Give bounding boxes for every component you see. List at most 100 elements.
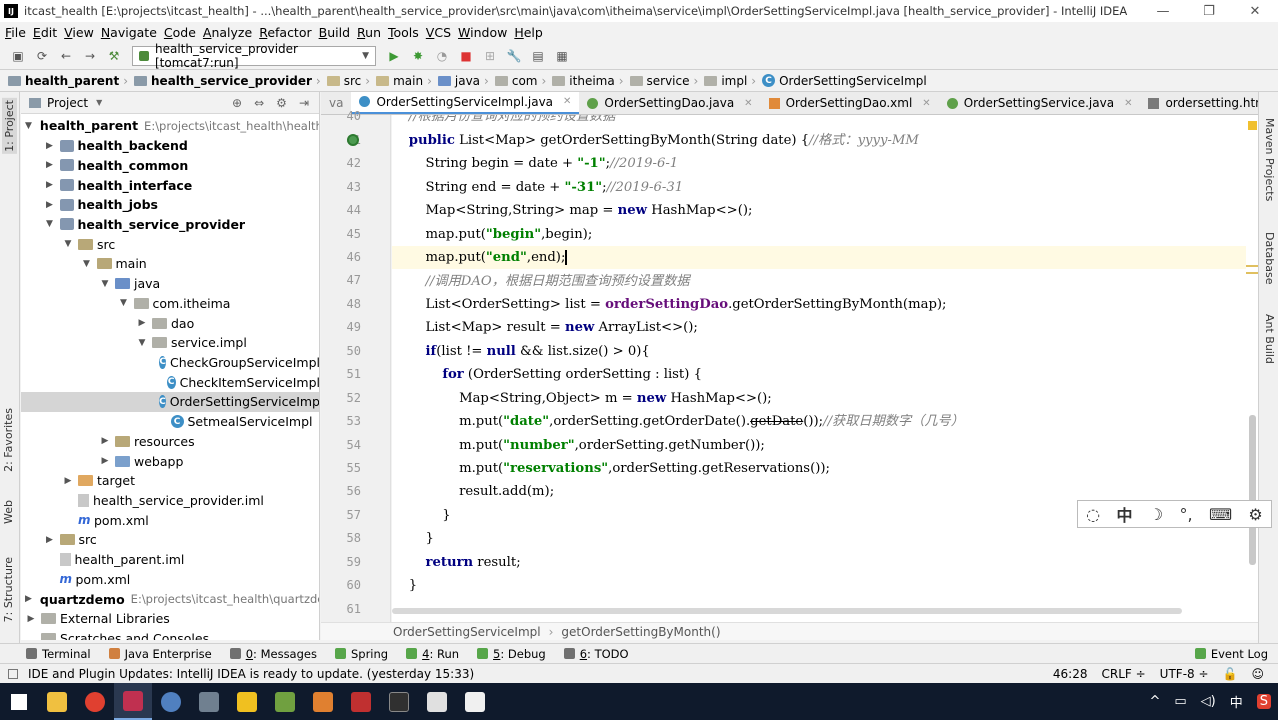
structure-tool-tab[interactable]: 7: Structure: [2, 557, 15, 622]
breadcrumb-method[interactable]: getOrderSettingByMonth(): [561, 625, 720, 639]
editor-horizontal-scrollbar[interactable]: [392, 608, 1182, 614]
collapse-arrow-icon[interactable]: ▶: [99, 456, 111, 466]
menu-analyze[interactable]: Analyze: [202, 25, 258, 40]
tree-item[interactable]: ▶ target: [21, 471, 319, 491]
tree-item[interactable]: ▼ health_service_provider: [21, 215, 319, 235]
warning-stripe[interactable]: [1246, 265, 1258, 267]
chevron-down-icon[interactable]: ▼: [96, 98, 102, 107]
tree-item[interactable]: ▼ com.itheima: [21, 293, 319, 313]
tree-item[interactable]: m pom.xml: [21, 510, 319, 530]
tray-sogou-icon[interactable]: S: [1256, 694, 1271, 709]
nav-crumb-src[interactable]: src ›: [326, 74, 374, 88]
todo-tool-button[interactable]: 6: TODO: [563, 647, 629, 661]
nav-crumb-service[interactable]: service ›: [629, 74, 703, 88]
hide-icon[interactable]: ⇥: [299, 96, 309, 110]
build-icon[interactable]: ⚒: [106, 48, 122, 64]
maximize-button[interactable]: ❐: [1186, 4, 1232, 19]
structure-icon[interactable]: ▤: [530, 48, 546, 64]
nav-crumb-impl[interactable]: impl ›: [704, 74, 760, 88]
typora-icon[interactable]: [456, 683, 494, 720]
ime-logo-icon[interactable]: ◌: [1086, 505, 1100, 524]
hector-icon[interactable]: ☺: [1251, 667, 1264, 681]
calculator-icon[interactable]: [190, 683, 228, 720]
expand-arrow-icon[interactable]: ▼: [136, 338, 148, 348]
tree-item[interactable]: ▼ main: [21, 254, 319, 274]
status-message[interactable]: IDE and Plugin Updates: IntelliJ IDEA is…: [28, 667, 1053, 681]
debug-tool-button[interactable]: 5: Debug: [477, 647, 546, 661]
settings-icon[interactable]: 🔧: [506, 48, 522, 64]
expand-arrow-icon[interactable]: ▼: [62, 239, 74, 249]
tab-order-setting-dao-xml[interactable]: OrderSettingDao.xml ✕: [761, 92, 939, 114]
stop-icon[interactable]: ■: [458, 48, 474, 64]
debug-icon[interactable]: ✸: [410, 48, 426, 64]
tree-item[interactable]: Scratches and Consoles: [21, 629, 319, 640]
tree-item[interactable]: ▼ health_parent E:\projects\itcast_health\…: [21, 116, 319, 136]
tree-item[interactable]: ▶ health_backend: [21, 136, 319, 156]
code-editor[interactable]: //根据月份查询对应的预约设置数据 public List<Map> getOr…: [392, 115, 1246, 622]
tray-volume-icon[interactable]: ◁): [1201, 694, 1216, 709]
close-tab-icon[interactable]: ✕: [922, 98, 930, 109]
menu-refactor[interactable]: Refactor: [258, 25, 317, 40]
app-icon[interactable]: [152, 683, 190, 720]
gear-icon[interactable]: ⚙: [276, 96, 287, 110]
tree-item[interactable]: m pom.xml: [21, 570, 319, 590]
nav-crumb-health-parent[interactable]: health_parent ›: [8, 74, 132, 88]
scrollbar-thumb[interactable]: [1249, 415, 1256, 565]
terminal-icon[interactable]: [380, 683, 418, 720]
tray-network-icon[interactable]: ▭: [1174, 694, 1186, 709]
close-button[interactable]: ✕: [1232, 4, 1278, 19]
collapse-arrow-icon[interactable]: ▶: [44, 141, 56, 151]
tab-ordersetting-html[interactable]: ordersetting.html✕: [1140, 92, 1258, 114]
menu-vcs[interactable]: VCS: [425, 25, 457, 40]
collapse-arrow-icon[interactable]: ▶: [25, 614, 37, 624]
refresh-icon[interactable]: ⟳: [34, 48, 50, 64]
tab-order-setting-dao-java[interactable]: OrderSettingDao.java ✕: [579, 92, 760, 114]
sdk-icon[interactable]: ▦: [554, 48, 570, 64]
tree-item[interactable]: C OrderSettingServiceImp: [21, 392, 319, 412]
expand-arrow-icon[interactable]: ▼: [44, 219, 56, 229]
notepad-icon[interactable]: [228, 683, 266, 720]
menu-edit[interactable]: Edit: [32, 25, 63, 40]
ime-punctuation-icon[interactable]: °,: [1180, 505, 1193, 524]
favorites-tool-tab[interactable]: 2: Favorites: [2, 408, 15, 472]
terminal-tool-button[interactable]: Terminal: [26, 647, 91, 661]
redis-icon[interactable]: [342, 683, 380, 720]
menu-tools[interactable]: Tools: [387, 25, 425, 40]
tree-item[interactable]: C SetmealServiceImpl: [21, 412, 319, 432]
expand-arrow-icon[interactable]: ▼: [81, 259, 93, 269]
nav-crumb-health-service-provider[interactable]: health_service_provider ›: [134, 74, 325, 88]
back-icon[interactable]: ←: [58, 48, 74, 64]
nav-crumb-main[interactable]: main ›: [376, 74, 436, 88]
save-icon[interactable]: ▣: [10, 48, 26, 64]
tree-item[interactable]: ▶ webapp: [21, 451, 319, 471]
caret-position[interactable]: 46:28: [1053, 667, 1088, 681]
menu-code[interactable]: Code: [163, 25, 202, 40]
ime-halfwidth-icon[interactable]: ☽: [1149, 505, 1163, 524]
lock-icon[interactable]: 🔓: [1223, 667, 1238, 681]
collapse-arrow-icon[interactable]: ▶: [44, 160, 56, 170]
nav-crumb-itheima[interactable]: itheima ›: [552, 74, 627, 88]
locate-icon[interactable]: ⊕: [232, 96, 242, 110]
coverage-icon[interactable]: ◔: [434, 48, 450, 64]
event-log-button[interactable]: Event Log: [1194, 647, 1268, 661]
menu-run[interactable]: Run: [356, 25, 387, 40]
expand-arrow-icon[interactable]: ▼: [99, 279, 111, 289]
menu-view[interactable]: View: [63, 25, 100, 40]
office-icon[interactable]: [304, 683, 342, 720]
chrome-icon[interactable]: [76, 683, 114, 720]
tree-item[interactable]: ▶ dao: [21, 313, 319, 333]
menu-navigate[interactable]: Navigate: [100, 25, 163, 40]
tab-order-setting-service[interactable]: OrderSettingService.java ✕: [939, 92, 1141, 114]
editor-icon[interactable]: [266, 683, 304, 720]
forward-icon[interactable]: →: [82, 48, 98, 64]
toggle-tool-windows-icon[interactable]: [8, 668, 18, 679]
tree-item[interactable]: ▶ health_interface: [21, 175, 319, 195]
ant-build-tool-tab[interactable]: Ant Build: [1263, 314, 1276, 364]
maven-tool-tab[interactable]: Maven Projects: [1263, 118, 1276, 201]
close-tab-icon[interactable]: ✕: [563, 96, 571, 107]
collapse-arrow-icon[interactable]: ▶: [136, 318, 148, 328]
nav-crumb-class[interactable]: C OrderSettingServiceImpl: [762, 74, 927, 88]
run-icon[interactable]: ▶: [386, 48, 402, 64]
menu-help[interactable]: Help: [513, 25, 549, 40]
menu-build[interactable]: Build: [318, 25, 356, 40]
